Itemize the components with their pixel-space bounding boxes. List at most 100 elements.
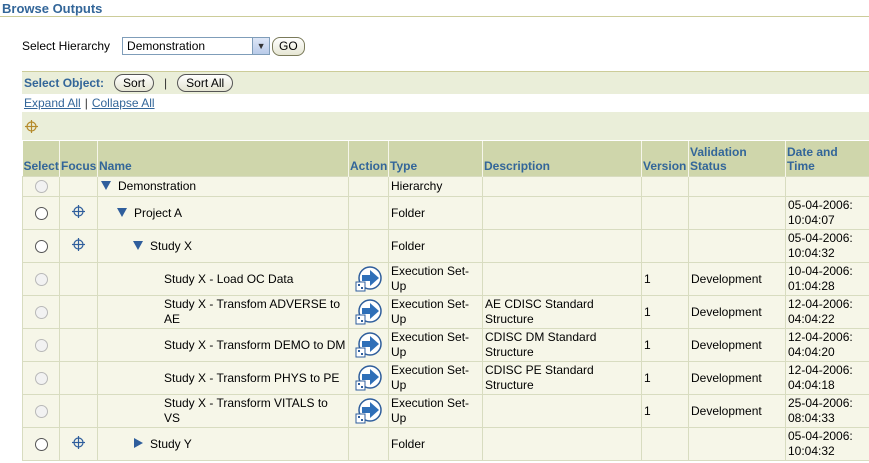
type-cell: Folder (388, 427, 483, 461)
date-time-cell: 05-04-2006: 10:04:32 (785, 427, 869, 461)
version-cell: 1 (641, 394, 689, 428)
type-cell: Execution Set-Up (388, 295, 483, 329)
col-date-time: Date and Time (785, 141, 869, 177)
type-cell: Folder (388, 229, 483, 263)
validation-status-cell: Development (688, 361, 786, 395)
description-cell (482, 427, 642, 461)
name-cell: Study X - Transform PHYS to PE (97, 361, 349, 395)
date-time-cell: 10-04-2006: 01:04:28 (785, 262, 869, 296)
hierarchy-selector: Select Hierarchy Demonstration ▼ GO (22, 36, 305, 56)
crosshair-icon[interactable] (25, 120, 38, 133)
table-row: Project A Folder 05-04-2006: 10:04:07 (22, 196, 869, 230)
table-row: Study X Folder 05-04-2006: 10:04:32 (22, 229, 869, 263)
validation-status-cell (688, 427, 786, 461)
select-radio (34, 371, 48, 385)
expanded-triangle-icon[interactable] (132, 239, 144, 251)
table-row: Study X - Transform VITALS to VS Executio… (22, 394, 869, 428)
table-row: Study X - Transform PHYS to PE Execution … (22, 361, 869, 395)
select-cell (22, 427, 60, 461)
version-cell: 1 (641, 328, 689, 362)
focus-bar (22, 112, 869, 140)
action-cell (348, 176, 389, 197)
run-arrow-icon[interactable] (355, 364, 383, 392)
focus-cell (59, 176, 98, 197)
validation-status-cell (688, 176, 786, 197)
validation-status-cell: Development (688, 328, 786, 362)
run-arrow-icon[interactable] (355, 397, 383, 425)
select-radio (34, 305, 48, 319)
hierarchy-select-value: Demonstration (127, 39, 206, 53)
focus-cell (59, 361, 98, 395)
description-cell (482, 262, 642, 296)
row-name: Project A (134, 205, 183, 220)
collapse-all-link[interactable]: Collapse All (92, 96, 155, 110)
expanded-triangle-icon[interactable] (100, 179, 112, 191)
select-radio (34, 404, 48, 418)
validation-status-cell (688, 196, 786, 230)
crosshair-icon[interactable] (72, 435, 85, 449)
row-name: Study X - Load OC Data (164, 271, 294, 286)
col-type: Type (388, 141, 483, 177)
col-description: Description (482, 141, 642, 177)
focus-cell (59, 427, 98, 461)
col-name: Name (97, 141, 349, 177)
row-name: Study X - Transform DEMO to DM (164, 337, 346, 352)
date-time-cell: 12-04-2006: 04:04:22 (785, 295, 869, 329)
select-cell (22, 361, 60, 395)
focus-cell (59, 328, 98, 362)
sort-button[interactable]: Sort (114, 74, 155, 92)
type-cell: Folder (388, 196, 483, 230)
action-cell (348, 196, 389, 230)
chevron-down-icon[interactable]: ▼ (252, 38, 270, 54)
expand-all-link[interactable]: Expand All (24, 96, 81, 110)
row-name: Study X (150, 238, 193, 253)
name-cell: Study X - Transform DEMO to DM (97, 328, 349, 362)
action-cell (348, 229, 389, 263)
title-divider (0, 16, 869, 17)
link-separator: | (84, 96, 88, 110)
run-arrow-icon[interactable] (355, 298, 383, 326)
select-cell (22, 229, 60, 263)
row-name: Demonstration (118, 179, 197, 193)
focus-cell (59, 262, 98, 296)
date-time-cell: 05-04-2006: 10:04:07 (785, 196, 869, 230)
table-row: Study Y Folder 05-04-2006: 10:04:32 (22, 427, 869, 461)
version-cell: 1 (641, 262, 689, 296)
row-name: Study X - Transform PHYS to PE (164, 370, 340, 385)
collapsed-triangle-icon[interactable] (132, 437, 144, 449)
table-row: Study X - Transform DEMO to DM Execution … (22, 328, 869, 362)
select-radio[interactable] (34, 206, 48, 220)
sort-all-button[interactable]: Sort All (177, 74, 234, 92)
expanded-triangle-icon[interactable] (116, 206, 128, 218)
run-arrow-icon[interactable] (355, 265, 383, 293)
crosshair-icon[interactable] (72, 204, 85, 218)
outputs-table: Select Focus Name Action Type Descriptio… (22, 141, 869, 461)
type-cell: Execution Set-Up (388, 394, 483, 428)
focus-cell (59, 229, 98, 263)
select-radio[interactable] (34, 239, 48, 253)
validation-status-cell: Development (688, 262, 786, 296)
date-time-cell: 05-04-2006: 10:04:32 (785, 229, 869, 263)
select-hierarchy-label: Select Hierarchy (22, 39, 111, 53)
col-version: Version (641, 141, 689, 177)
action-cell (348, 361, 389, 395)
table-header-row: Select Focus Name Action Type Descriptio… (22, 141, 869, 177)
focus-cell (59, 394, 98, 428)
version-cell (641, 176, 689, 197)
name-cell: Study X - Transform VITALS to VS (97, 394, 349, 428)
hierarchy-select[interactable]: Demonstration ▼ (122, 37, 271, 55)
row-name: Study Y (150, 436, 192, 451)
run-arrow-icon[interactable] (355, 331, 383, 359)
col-focus: Focus (59, 141, 98, 177)
select-radio[interactable] (34, 437, 48, 451)
date-time-cell: 12-04-2006: 04:04:18 (785, 361, 869, 395)
action-cell (348, 295, 389, 329)
table-row: Study X - Transfom ADVERSE to AE Executio… (22, 295, 869, 329)
row-name: Study X - Transfom ADVERSE to AE (164, 297, 341, 326)
crosshair-icon[interactable] (72, 237, 85, 251)
select-cell (22, 262, 60, 296)
select-cell (22, 176, 60, 197)
go-button[interactable]: GO (272, 36, 305, 56)
select-radio (34, 180, 48, 194)
description-cell: AE CDISC Standard Structure (482, 295, 642, 329)
